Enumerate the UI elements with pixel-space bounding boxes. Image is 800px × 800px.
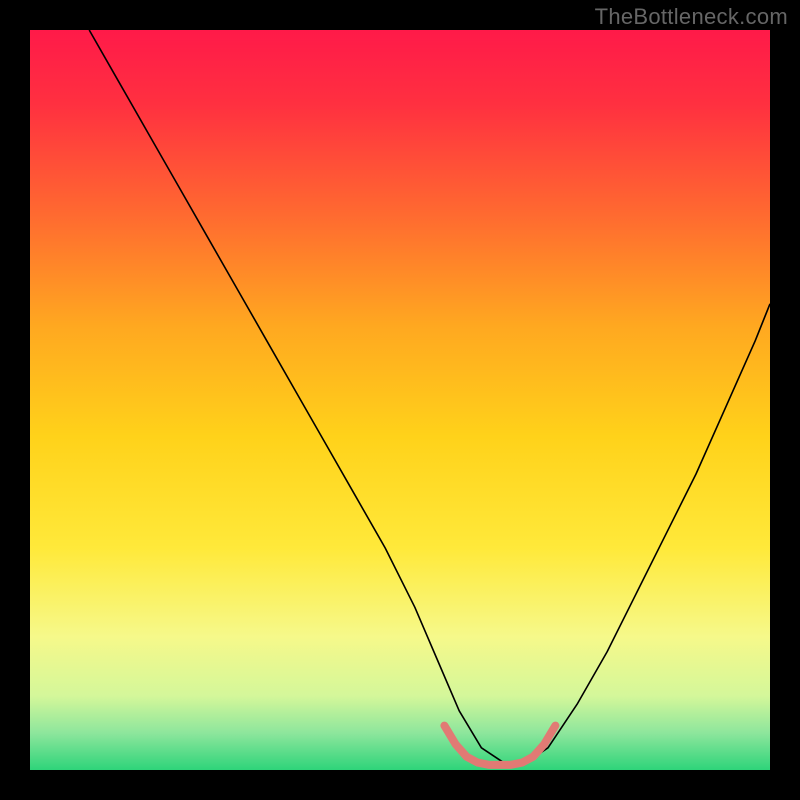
chart-frame: TheBottleneck.com [0, 0, 800, 800]
bottleneck-chart [30, 30, 770, 770]
chart-background [30, 30, 770, 770]
watermark-text: TheBottleneck.com [595, 4, 788, 30]
